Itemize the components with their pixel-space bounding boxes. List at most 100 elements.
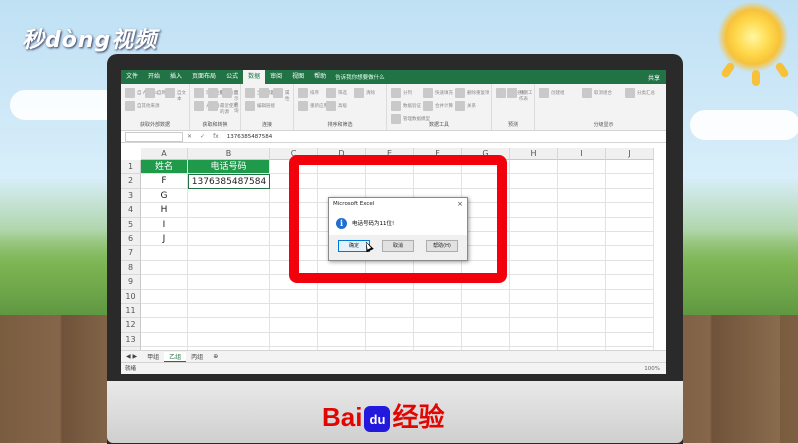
row-header[interactable]: 10 (121, 289, 141, 304)
cell[interactable] (558, 160, 606, 175)
ribbon-button-icon[interactable] (165, 88, 175, 98)
name-header-cell[interactable]: 姓名 (141, 160, 188, 175)
ribbon-button[interactable]: 高级 (338, 103, 347, 109)
cell[interactable] (558, 332, 606, 348)
cancel-icon[interactable]: ✕ (187, 133, 192, 140)
row-header[interactable]: 7 (121, 246, 141, 261)
cell[interactable] (188, 275, 270, 290)
cell[interactable] (558, 318, 606, 333)
cell[interactable] (510, 203, 558, 218)
cell[interactable] (558, 217, 606, 232)
ribbon-button-icon[interactable] (391, 88, 401, 98)
cell[interactable] (141, 318, 188, 333)
name-cell[interactable]: G (141, 188, 188, 204)
ribbon-button-icon[interactable] (326, 88, 336, 98)
name-cell[interactable]: I (141, 217, 188, 232)
cell[interactable] (606, 188, 654, 204)
ribbon-button-icon[interactable] (539, 88, 549, 98)
cell[interactable] (462, 289, 510, 304)
cell[interactable] (510, 332, 558, 348)
ribbon-button-icon[interactable] (423, 88, 433, 98)
cell[interactable] (606, 289, 654, 304)
menu-tab[interactable]: 数据 (243, 70, 266, 84)
cell[interactable] (366, 304, 414, 319)
cell[interactable] (414, 304, 462, 319)
menu-tab[interactable]: 公式 (221, 70, 243, 84)
cell[interactable] (606, 332, 654, 348)
ribbon-button-icon[interactable] (298, 101, 308, 111)
cell[interactable] (414, 318, 462, 333)
cell[interactable] (188, 260, 270, 276)
cell[interactable] (558, 246, 606, 261)
sheet-tab[interactable]: 乙组 (164, 351, 187, 362)
cell[interactable] (366, 332, 414, 348)
ribbon-button-icon[interactable] (455, 101, 465, 111)
cell[interactable] (510, 289, 558, 304)
menu-tab[interactable]: 页面布局 (187, 70, 221, 84)
name-cell[interactable]: H (141, 203, 188, 218)
cell[interactable] (141, 332, 188, 348)
ribbon-button-icon[interactable] (455, 88, 465, 98)
enter-icon[interactable]: ✓ (200, 133, 205, 140)
ribbon-button-icon[interactable] (625, 88, 635, 98)
column-header[interactable]: I (558, 148, 606, 160)
cell[interactable] (188, 203, 270, 218)
cell[interactable] (558, 232, 606, 247)
help-button[interactable]: 帮助(H) (426, 240, 458, 252)
share-button[interactable]: 共享 (648, 73, 666, 82)
cell[interactable] (606, 174, 654, 189)
cell[interactable] (188, 188, 270, 204)
cell[interactable] (510, 188, 558, 204)
cell[interactable] (270, 289, 318, 304)
ribbon-button-icon[interactable] (507, 88, 517, 98)
ribbon-button[interactable]: 取消组合 (594, 90, 612, 96)
sheet-tab[interactable]: 甲组 (142, 352, 164, 361)
ribbon-button-icon[interactable] (326, 101, 336, 111)
ribbon-button-icon[interactable] (273, 88, 283, 98)
menu-tab[interactable]: 开始 (143, 70, 165, 84)
cell[interactable] (558, 289, 606, 304)
ribbon-button-icon[interactable] (194, 101, 204, 111)
column-header[interactable]: B (188, 148, 270, 160)
ribbon-button[interactable]: 预测工作表 (519, 90, 534, 102)
ribbon-button-icon[interactable] (391, 101, 401, 111)
ribbon-button-icon[interactable] (245, 88, 255, 98)
ribbon-button[interactable]: 关系 (467, 103, 476, 109)
cell[interactable] (270, 304, 318, 319)
ribbon-button-icon[interactable] (145, 88, 155, 98)
name-cell[interactable]: J (141, 232, 188, 247)
ribbon-button-icon[interactable] (194, 88, 204, 98)
dialog-close-icon[interactable]: × (457, 198, 463, 210)
cell[interactable] (606, 246, 654, 261)
zoom-level[interactable]: 100% (644, 363, 660, 374)
ribbon-button[interactable]: 分列 (403, 90, 412, 96)
cell[interactable] (510, 260, 558, 276)
phone-cell-selected[interactable]: 1376385487584 (188, 174, 270, 189)
cell[interactable] (462, 304, 510, 319)
cell[interactable] (606, 160, 654, 175)
cell[interactable] (188, 304, 270, 319)
ribbon-button-icon[interactable] (496, 88, 506, 98)
menu-tab[interactable]: 插入 (165, 70, 187, 84)
ribbon-button[interactable]: 分类汇总 (637, 90, 655, 96)
sheet-tab[interactable]: 丙组 (186, 352, 208, 361)
cell[interactable] (188, 332, 270, 348)
phone-header-cell[interactable]: 电话号码 (188, 160, 270, 175)
ribbon-button[interactable]: 自其他来源 (137, 103, 160, 109)
cell[interactable] (510, 232, 558, 247)
cell[interactable] (188, 232, 270, 247)
ribbon-button-icon[interactable] (208, 88, 218, 98)
ribbon-button[interactable]: 属性 (285, 90, 293, 102)
cell[interactable] (462, 332, 510, 348)
cell[interactable] (414, 332, 462, 348)
cell[interactable] (606, 318, 654, 333)
cell[interactable] (510, 160, 558, 175)
ribbon-button[interactable]: 删除重复项 (467, 90, 490, 96)
row-header[interactable]: 6 (121, 232, 141, 247)
menu-tab[interactable]: 视图 (287, 70, 309, 84)
ribbon-button-icon[interactable] (125, 101, 135, 111)
row-header[interactable]: 5 (121, 217, 141, 232)
fx-icon[interactable]: fx (213, 133, 219, 140)
cell[interactable] (318, 304, 366, 319)
cell[interactable] (141, 304, 188, 319)
